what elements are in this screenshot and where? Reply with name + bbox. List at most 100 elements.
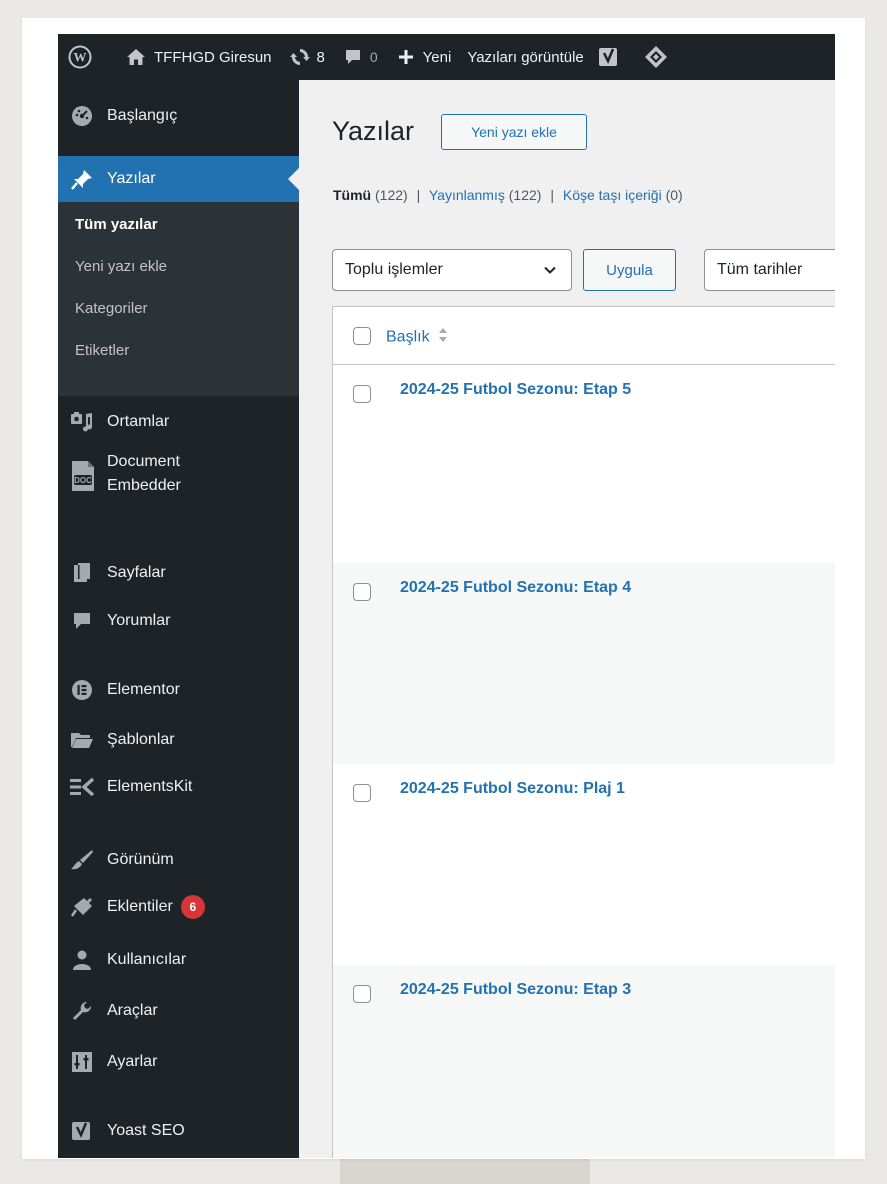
sidebar-item-label: Yoast SEO bbox=[107, 1122, 185, 1139]
extra-plugin-menu[interactable] bbox=[644, 34, 668, 80]
settings-icon bbox=[69, 1049, 95, 1075]
sidebar-item-document-embedder[interactable]: DOC Document Embedder bbox=[58, 450, 299, 510]
sidebar-item-label: Ortamlar bbox=[107, 413, 170, 430]
site-name-link[interactable]: TFFHGD Giresun bbox=[126, 34, 272, 80]
elementor-icon bbox=[69, 677, 95, 703]
folder-icon bbox=[69, 727, 95, 753]
post-title-link[interactable]: 2024-25 Futbol Sezonu: Plaj 1 bbox=[400, 780, 625, 798]
dates-filter-select[interactable]: Tüm tarihler bbox=[704, 249, 835, 291]
add-new-post-button[interactable]: Yeni yazı ekle bbox=[441, 114, 587, 150]
filter-all[interactable]: Tümü bbox=[333, 187, 371, 203]
chevron-down-icon bbox=[543, 263, 557, 282]
users-icon bbox=[69, 947, 95, 973]
admin-sidebar: Başlangıç Yazılar Tüm yazılar Yeni yazı … bbox=[58, 80, 299, 1158]
sidebar-item-label: Eklentiler bbox=[107, 898, 173, 915]
updates-link[interactable]: 8 bbox=[289, 34, 325, 80]
sidebar-item-dashboard[interactable]: Başlangıç bbox=[58, 101, 299, 131]
filter-cornerstone[interactable]: Köşe taşı içeriği bbox=[563, 187, 662, 203]
sidebar-item-label: Sayfalar bbox=[107, 564, 166, 581]
svg-text:W: W bbox=[74, 50, 87, 65]
submenu-tags[interactable]: Etiketler bbox=[75, 342, 129, 359]
post-title-link[interactable]: 2024-25 Futbol Sezonu: Etap 4 bbox=[400, 579, 631, 597]
pin-icon bbox=[69, 166, 95, 192]
sidebar-item-label: Araçlar bbox=[107, 1002, 158, 1019]
sidebar-item-pages[interactable]: Sayfalar bbox=[58, 558, 299, 588]
sidebar-item-elementskit[interactable]: ElementsKit bbox=[58, 772, 299, 802]
filter-published-count: (122) bbox=[508, 187, 542, 203]
sidebar-item-label-group: Document Embedder bbox=[107, 450, 181, 498]
sidebar-item-label: Ayarlar bbox=[107, 1053, 158, 1070]
sidebar-item-label: Yazılar bbox=[107, 170, 156, 187]
sidebar-item-media[interactable]: Ortamlar bbox=[58, 407, 299, 437]
page-title: Yazılar bbox=[332, 116, 415, 146]
comments-link[interactable]: 0 bbox=[344, 34, 378, 80]
row-checkbox[interactable] bbox=[353, 985, 371, 1003]
sidebar-item-label: Şablonlar bbox=[107, 731, 175, 748]
sidebar-item-tools[interactable]: Araçlar bbox=[58, 996, 299, 1026]
current-menu-arrow bbox=[288, 168, 299, 190]
filter-cornerstone-count: (0) bbox=[665, 187, 683, 203]
sidebar-item-label: Yorumlar bbox=[107, 612, 171, 629]
view-posts-label: Yazıları görüntüle bbox=[467, 48, 584, 66]
brush-icon bbox=[69, 847, 95, 873]
post-status-filters: Tümü (122) | Yayınlanmış (122) | Köşe ta… bbox=[333, 187, 683, 203]
table-row: 2024-25 Futbol Sezonu: Etap 4 bbox=[333, 563, 835, 764]
submenu-add-new-post[interactable]: Yeni yazı ekle bbox=[75, 258, 167, 275]
title-column-header[interactable]: Başlık bbox=[386, 327, 448, 348]
submenu-all-posts[interactable]: Tüm yazılar bbox=[75, 216, 158, 233]
site-name: TFFHGD Giresun bbox=[154, 48, 272, 66]
wrench-icon bbox=[69, 998, 95, 1024]
table-row: 2024-25 Futbol Sezonu: Etap 3 bbox=[333, 965, 835, 1158]
sidebar-item-elementor[interactable]: Elementor bbox=[58, 675, 299, 705]
plugin-updates-badge: 6 bbox=[180, 895, 205, 919]
plugin-icon bbox=[69, 894, 95, 920]
sidebar-item-settings[interactable]: Ayarlar bbox=[58, 1047, 299, 1077]
posts-submenu: Tüm yazılar Yeni yazı ekle Kategoriler E… bbox=[58, 202, 299, 396]
row-checkbox[interactable] bbox=[353, 385, 371, 403]
select-all-checkbox[interactable] bbox=[353, 327, 371, 345]
bulk-actions-value: Toplu işlemler bbox=[345, 261, 443, 278]
wp-logo-menu[interactable]: W bbox=[68, 34, 92, 80]
sidebar-item-label: Elementor bbox=[107, 681, 180, 698]
submenu-categories[interactable]: Kategoriler bbox=[75, 300, 148, 317]
bulk-actions-select[interactable]: Toplu işlemler bbox=[332, 249, 572, 291]
media-icon bbox=[69, 409, 95, 435]
filter-all-count: (122) bbox=[375, 187, 408, 203]
elementskit-icon bbox=[69, 774, 95, 800]
filter-separator: | bbox=[416, 187, 421, 203]
sidebar-item-label: Başlangıç bbox=[107, 107, 178, 124]
filter-published[interactable]: Yayınlanmış bbox=[429, 187, 505, 203]
sidebar-item-posts[interactable]: Yazılar bbox=[58, 156, 299, 202]
dates-filter-value: Tüm tarihler bbox=[717, 261, 803, 278]
document-icon: DOC bbox=[69, 460, 97, 492]
row-checkbox[interactable] bbox=[353, 784, 371, 802]
main-content: Yazılar Yeni yazı ekle Tümü (122) | Yayı… bbox=[299, 80, 835, 1158]
comments-count: 0 bbox=[369, 49, 378, 65]
view-posts-link[interactable]: Yazıları görüntüle bbox=[467, 34, 583, 80]
new-content-link[interactable]: Yeni bbox=[398, 34, 451, 80]
post-title-link[interactable]: 2024-25 Futbol Sezonu: Etap 3 bbox=[400, 981, 631, 999]
apply-button[interactable]: Uygula bbox=[583, 249, 676, 291]
yoast-menu[interactable] bbox=[598, 34, 620, 80]
dashboard-icon bbox=[69, 103, 95, 129]
sidebar-item-yoast-seo[interactable]: Yoast SEO bbox=[58, 1116, 299, 1146]
yoast-icon bbox=[598, 46, 620, 68]
comments-icon bbox=[69, 608, 95, 634]
sidebar-item-label: Görünüm bbox=[107, 851, 174, 868]
sidebar-item-label: Kullanıcılar bbox=[107, 951, 187, 968]
sort-icon bbox=[438, 327, 448, 348]
doc-icon-text: DOC bbox=[74, 476, 92, 485]
sidebar-item-templates[interactable]: Şablonlar bbox=[58, 725, 299, 755]
sidebar-item-comments[interactable]: Yorumlar bbox=[58, 606, 299, 636]
diamond-icon bbox=[644, 45, 668, 69]
post-title-link[interactable]: 2024-25 Futbol Sezonu: Etap 5 bbox=[400, 381, 631, 399]
row-checkbox[interactable] bbox=[353, 583, 371, 601]
wp-admin-screen: W TFFHGD Giresun 8 0 Yeni Yazıları görün… bbox=[58, 34, 835, 1158]
pages-icon bbox=[69, 560, 95, 586]
admin-bar: W TFFHGD Giresun 8 0 Yeni Yazıları görün… bbox=[58, 34, 835, 80]
sidebar-item-plugins[interactable]: Eklentiler 6 bbox=[58, 892, 299, 922]
posts-table: Başlık 2024-25 Futbol Sezonu: Etap 5 202… bbox=[332, 306, 835, 1158]
sidebar-item-appearance[interactable]: Görünüm bbox=[58, 845, 299, 875]
yoast-icon bbox=[69, 1118, 95, 1144]
sidebar-item-users[interactable]: Kullanıcılar bbox=[58, 945, 299, 975]
